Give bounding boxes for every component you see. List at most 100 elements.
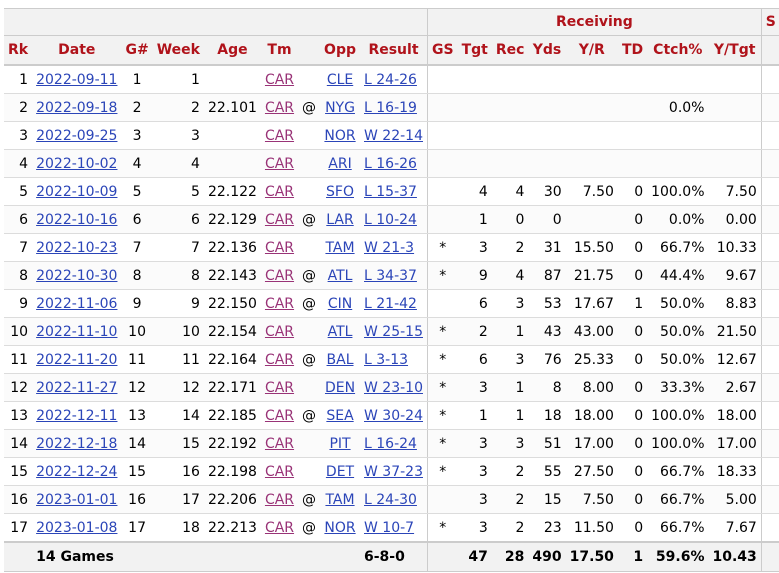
column-header-week[interactable]: Week (152, 35, 204, 66)
opponent-link[interactable]: BAL (327, 352, 354, 368)
opponent-link[interactable]: ATL (328, 268, 353, 284)
opponent-link[interactable]: ATL (328, 324, 353, 340)
date-link[interactable]: 2022-10-09 (36, 184, 117, 200)
column-header-gs[interactable]: GS (426, 35, 458, 66)
result-link[interactable]: L 3-13 (364, 352, 408, 368)
team-link[interactable]: CAR (265, 72, 294, 88)
date-link[interactable]: 2023-01-01 (36, 492, 117, 508)
team-link[interactable]: CAR (265, 128, 294, 144)
team-link[interactable]: CAR (265, 352, 294, 368)
home-away-cell (298, 457, 321, 486)
column-header-tgt[interactable]: Tgt (457, 35, 492, 66)
date-link[interactable]: 2022-11-20 (36, 352, 117, 368)
opponent-link[interactable]: CIN (328, 296, 352, 312)
column-header-result[interactable]: Result (360, 35, 428, 66)
date-link[interactable]: 2022-11-06 (36, 296, 117, 312)
result-link[interactable]: L 16-24 (364, 436, 417, 452)
column-header-rk[interactable]: Rk (4, 35, 33, 66)
opponent-link[interactable]: TAM (325, 492, 354, 508)
date-link[interactable]: 2022-10-23 (36, 240, 117, 256)
opponent-link[interactable]: NOR (324, 128, 355, 144)
date-link[interactable]: 2023-01-08 (36, 520, 117, 536)
games-started-cell (426, 485, 458, 514)
result-link[interactable]: W 10-7 (364, 520, 414, 536)
result-link[interactable]: L 21-42 (364, 296, 417, 312)
opponent-link[interactable]: DEN (325, 380, 355, 396)
result-link[interactable]: W 25-15 (364, 324, 423, 340)
opponent-link[interactable]: ARI (328, 156, 351, 172)
game-log-container: Receiving S Rk Date G# Week Age Tm Opp Result GS… (0, 0, 779, 573)
opponent-link[interactable]: LAR (326, 212, 353, 228)
team-link[interactable]: CAR (265, 240, 294, 256)
yards-per-reception-cell: 15.50 (565, 233, 618, 262)
team-link[interactable]: CAR (265, 212, 294, 228)
result-link[interactable]: W 30-24 (364, 408, 423, 424)
team-link[interactable]: CAR (265, 184, 294, 200)
yards-per-reception-cell: 7.50 (565, 177, 618, 206)
date-link[interactable]: 2022-10-30 (36, 268, 117, 284)
column-header-opp[interactable]: Opp (320, 35, 360, 66)
result-link[interactable]: L 24-26 (364, 72, 417, 88)
result-link[interactable]: W 23-10 (364, 380, 423, 396)
column-header-y-tgt[interactable]: Y/Tgt (708, 35, 762, 66)
opponent-link[interactable]: TAM (325, 240, 354, 256)
overflow-cell (760, 345, 779, 374)
result-link[interactable]: W 22-14 (364, 128, 423, 144)
team-link[interactable]: CAR (265, 100, 294, 116)
team-link[interactable]: CAR (265, 324, 294, 340)
result-link[interactable]: W 37-23 (364, 464, 423, 480)
catch-pct-cell: 66.7% (647, 457, 709, 486)
column-header-ctch-[interactable]: Ctch% (647, 35, 709, 66)
opponent-link[interactable]: NYG (325, 100, 355, 116)
opponent-link[interactable]: CLE (327, 72, 353, 88)
week-cell: 16 (152, 457, 204, 486)
result-link[interactable]: L 16-19 (364, 100, 417, 116)
opponent-link[interactable]: DET (326, 464, 354, 480)
opponent-link[interactable]: PIT (329, 436, 350, 452)
team-link[interactable]: CAR (265, 380, 294, 396)
catch-pct-cell (647, 149, 709, 178)
date-link[interactable]: 2022-11-10 (36, 324, 117, 340)
team-link[interactable]: CAR (265, 436, 294, 452)
result-link[interactable]: L 34-37 (364, 268, 417, 284)
date-link[interactable]: 2022-12-18 (36, 436, 117, 452)
team-link[interactable]: CAR (265, 520, 294, 536)
date-link[interactable]: 2022-12-11 (36, 408, 117, 424)
date-link[interactable]: 2022-09-25 (36, 128, 117, 144)
column-header-yds[interactable]: Yds (528, 35, 566, 66)
table-row: 5 2022-10-09 5 5 22.122 CAR SFO L 15-37 4 4 30 7.50… (4, 177, 779, 206)
column-header-at[interactable] (298, 35, 321, 66)
team-link[interactable]: CAR (265, 296, 294, 312)
team-link[interactable]: CAR (265, 464, 294, 480)
touchdowns-cell: 0 (617, 233, 648, 262)
column-header-date[interactable]: Date (32, 35, 122, 66)
column-header-y-r[interactable]: Y/R (565, 35, 618, 66)
result-link[interactable]: L 15-37 (364, 184, 417, 200)
opponent-link[interactable]: SEA (326, 408, 353, 424)
column-header-age[interactable]: Age (203, 35, 261, 66)
age-cell (203, 149, 261, 178)
column-header-rec[interactable]: Rec (491, 35, 529, 66)
opponent-link[interactable]: SFO (326, 184, 354, 200)
date-link[interactable]: 2022-10-16 (36, 212, 117, 228)
date-link-cell: 2022-09-25 (32, 121, 122, 150)
team-link[interactable]: CAR (265, 156, 294, 172)
result-link[interactable]: L 10-24 (364, 212, 417, 228)
date-link[interactable]: 2022-09-11 (36, 72, 117, 88)
opponent-link[interactable]: NOR (324, 520, 355, 536)
column-header-g-[interactable]: G# (121, 35, 153, 66)
team-link[interactable]: CAR (265, 268, 294, 284)
date-link[interactable]: 2022-10-02 (36, 156, 117, 172)
age-cell: 22.206 (203, 485, 261, 514)
team-link[interactable]: CAR (265, 408, 294, 424)
result-link[interactable]: L 16-26 (364, 156, 417, 172)
column-header-tm[interactable]: Tm (260, 35, 299, 66)
date-link[interactable]: 2022-12-24 (36, 464, 117, 480)
column-header-td[interactable]: TD (617, 35, 648, 66)
result-link[interactable]: L 24-30 (364, 492, 417, 508)
team-link[interactable]: CAR (265, 492, 294, 508)
date-link[interactable]: 2022-11-27 (36, 380, 117, 396)
date-link[interactable]: 2022-09-18 (36, 100, 117, 116)
games-started-cell: * (426, 317, 458, 346)
result-link[interactable]: W 21-3 (364, 240, 414, 256)
